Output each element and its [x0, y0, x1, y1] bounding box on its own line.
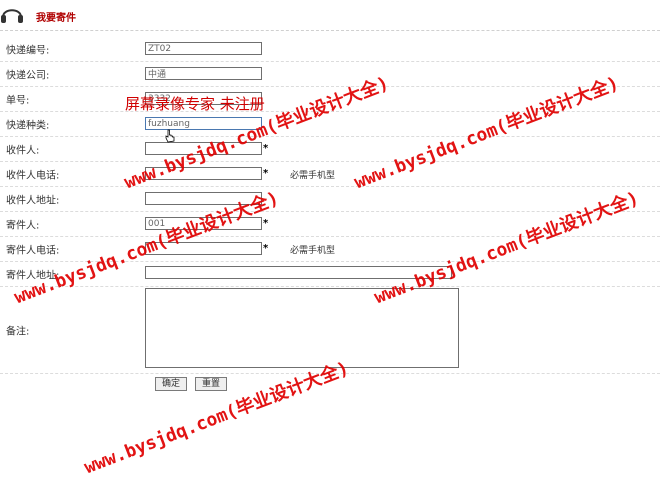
sender-required-mark: *	[263, 218, 269, 229]
receiver-label: 收件人:	[6, 145, 40, 157]
receiver-phone-input[interactable]	[145, 167, 262, 180]
row-sender: 寄件人: *	[0, 212, 660, 237]
receiver-address-input[interactable]	[145, 192, 262, 205]
receiver-required-mark: *	[263, 143, 269, 154]
row-courier-company: 快递公司:	[0, 62, 660, 87]
receiver-address-label: 收件人地址:	[6, 195, 60, 207]
row-receiver-address: 收件人地址:	[0, 187, 660, 212]
row-sender-phone: 寄件人电话: * 必需手机型	[0, 237, 660, 262]
remark-label: 备注:	[6, 326, 30, 338]
sender-phone-input[interactable]	[145, 242, 262, 255]
courier-no-input[interactable]	[145, 42, 262, 55]
receiver-input[interactable]	[145, 142, 262, 155]
page-title: 我要寄件	[36, 13, 76, 24]
tracking-no-label: 单号:	[6, 95, 30, 107]
sender-phone-required-mark: *	[263, 243, 269, 254]
sender-address-input[interactable]	[145, 266, 452, 279]
receiver-phone-hint: 必需手机型	[290, 171, 336, 181]
sender-input[interactable]	[145, 217, 262, 230]
sender-address-label: 寄件人地址:	[6, 270, 60, 282]
courier-type-label: 快递种类:	[6, 120, 50, 132]
courier-company-input[interactable]	[145, 67, 262, 80]
row-courier-no: 快递编号:	[0, 37, 660, 62]
courier-no-label: 快递编号:	[6, 45, 50, 57]
page-header: 我要寄件	[0, 0, 660, 31]
sender-label: 寄件人:	[6, 220, 40, 232]
hand-cursor-icon	[165, 129, 175, 143]
row-sender-address: 寄件人地址:	[0, 262, 660, 287]
receiver-phone-label: 收件人电话:	[6, 170, 60, 182]
courier-type-input[interactable]	[145, 117, 262, 130]
reset-button[interactable]: 重置	[195, 377, 228, 391]
sender-phone-label: 寄件人电话:	[6, 245, 60, 257]
courier-company-label: 快递公司:	[6, 70, 50, 82]
confirm-button[interactable]: 确定	[155, 377, 188, 391]
tracking-no-input[interactable]	[145, 92, 262, 105]
row-tracking-no: 单号:	[0, 87, 660, 112]
sender-phone-hint: 必需手机型	[290, 246, 336, 256]
headphone-icon	[1, 9, 23, 23]
row-receiver: 收件人: *	[0, 137, 660, 162]
row-courier-type: 快递种类:	[0, 112, 660, 137]
row-remark: 备注:	[0, 287, 660, 374]
row-receiver-phone: 收件人电话: * 必需手机型	[0, 162, 660, 187]
remark-textarea[interactable]	[145, 288, 459, 368]
receiver-phone-required-mark: *	[263, 168, 269, 179]
